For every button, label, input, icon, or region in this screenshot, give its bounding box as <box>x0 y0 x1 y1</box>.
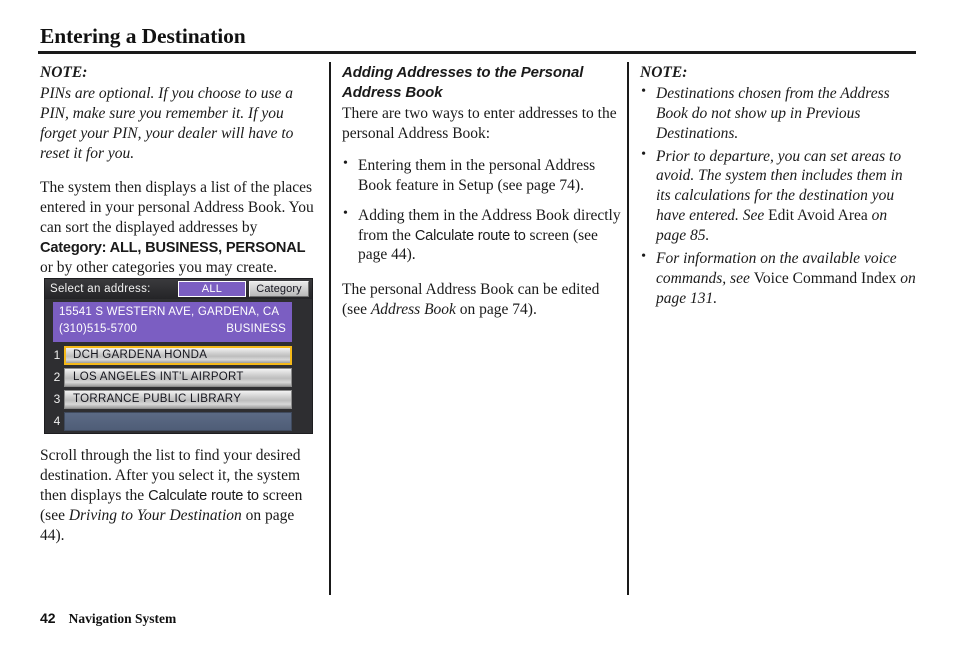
category-sort-options: Category: ALL, BUSINESS, PERSONAL <box>40 240 306 257</box>
left-note-label: NOTE: <box>40 64 88 81</box>
list-item: Destinations chosen from the Address Boo… <box>640 83 920 144</box>
nav-list-row: 1 DCH GARDENA HONDA <box>50 345 292 365</box>
nav-banner-address: 15541 S WESTERN AVE, GARDENA, CA <box>59 306 280 318</box>
column-divider-2 <box>627 62 629 595</box>
middle-intro-paragraph: There are two ways to enter addresses to… <box>342 105 617 142</box>
nav-row-number: 2 <box>53 370 61 384</box>
list-item: For information on the available voice c… <box>640 248 920 309</box>
left-note-text: PINs are optional. If you choose to use … <box>40 84 294 162</box>
list-item: Prior to departure, you can set areas to… <box>640 146 920 247</box>
edit-avoid-area-reference: Edit Avoid Area <box>768 207 868 225</box>
page-title: Entering a Destination <box>40 24 246 48</box>
middle-bullet-list: Entering them in the personal Address Bo… <box>342 155 624 266</box>
left-paragraph-1-part-a: The system then displays a list of the p… <box>40 179 314 237</box>
nav-row-number: 3 <box>53 392 61 406</box>
nav-row-number: 4 <box>53 414 61 428</box>
left-paragraph-1: The system then displays a list of the p… <box>40 178 320 278</box>
nav-row-button[interactable]: DCH GARDENA HONDA <box>64 345 292 365</box>
middle-closing-part-c: on page 74). <box>455 301 537 319</box>
left-column-lower: Scroll through the list to find your des… <box>40 446 320 546</box>
nav-header-bar: Select an address: ALL Category <box>45 279 312 299</box>
nav-row-button[interactable]: TORRANCE PUBLIC LIBRARY <box>64 389 292 409</box>
nav-row-button-empty[interactable] <box>64 411 292 431</box>
middle-closing-paragraph: The personal Address Book can be edited … <box>342 280 624 320</box>
middle-bullet-1-text: Entering them in the personal Address Bo… <box>358 156 596 194</box>
calculate-route-reference: Calculate route to <box>414 227 526 244</box>
middle-column: Adding Addresses to the Personal Address… <box>342 63 624 320</box>
right-note-label: NOTE: <box>640 64 688 81</box>
left-column: NOTE: PINs are optional. If you choose t… <box>40 63 320 278</box>
right-column: NOTE: Destinations chosen from the Addre… <box>640 63 920 312</box>
nav-list-row: 3 TORRANCE PUBLIC LIBRARY <box>50 389 292 409</box>
document-page: Entering a Destination NOTE: PINs are op… <box>0 0 954 652</box>
right-bullet-1-text: Destinations chosen from the Address Boo… <box>656 84 890 142</box>
nav-button-all[interactable]: ALL <box>178 281 246 297</box>
left-paragraph-1-part-c: or by other categories you may create. <box>40 259 278 277</box>
right-bullet-list: Destinations chosen from the Address Boo… <box>640 83 920 309</box>
voice-command-index-reference: Voice Command Index <box>753 269 897 287</box>
calculate-route-reference: Calculate route to <box>148 487 259 504</box>
nav-row-button[interactable]: LOS ANGELES INT'L AIRPORT <box>64 367 292 387</box>
navigation-screen-figure: Select an address: ALL Category 15541 S … <box>44 278 313 434</box>
nav-banner-category: BUSINESS <box>226 323 286 336</box>
nav-list-row: 2 LOS ANGELES INT'L AIRPORT <box>50 367 292 387</box>
list-item: Adding them in the Address Book directly… <box>342 205 624 266</box>
nav-list-row: 4 <box>50 411 292 431</box>
nav-header-title: Select an address: <box>50 283 151 295</box>
nav-banner-details: (310)515-5700 BUSINESS <box>59 321 286 338</box>
footer-page-number: 42 <box>40 610 56 626</box>
footer-section-label: Navigation System <box>68 611 177 626</box>
nav-row-number: 1 <box>53 348 61 362</box>
nav-button-category[interactable]: Category <box>249 281 309 297</box>
driving-destination-reference: Driving to Your Destination <box>68 506 242 524</box>
nav-banner-phone: (310)515-5700 <box>59 323 138 336</box>
nav-selected-address-banner: 15541 S WESTERN AVE, GARDENA, CA (310)51… <box>53 302 292 342</box>
page-footer: 42 Navigation System <box>40 610 176 627</box>
title-divider <box>38 51 916 54</box>
address-book-reference: Address Book <box>370 301 456 319</box>
middle-heading: Adding Addresses to the Personal Address… <box>342 64 584 101</box>
column-divider-1 <box>329 62 331 595</box>
list-item: Entering them in the personal Address Bo… <box>342 155 624 196</box>
left-paragraph-2: Scroll through the list to find your des… <box>40 446 320 546</box>
nav-address-list: 1 DCH GARDENA HONDA 2 LOS ANGELES INT'L … <box>45 345 312 431</box>
